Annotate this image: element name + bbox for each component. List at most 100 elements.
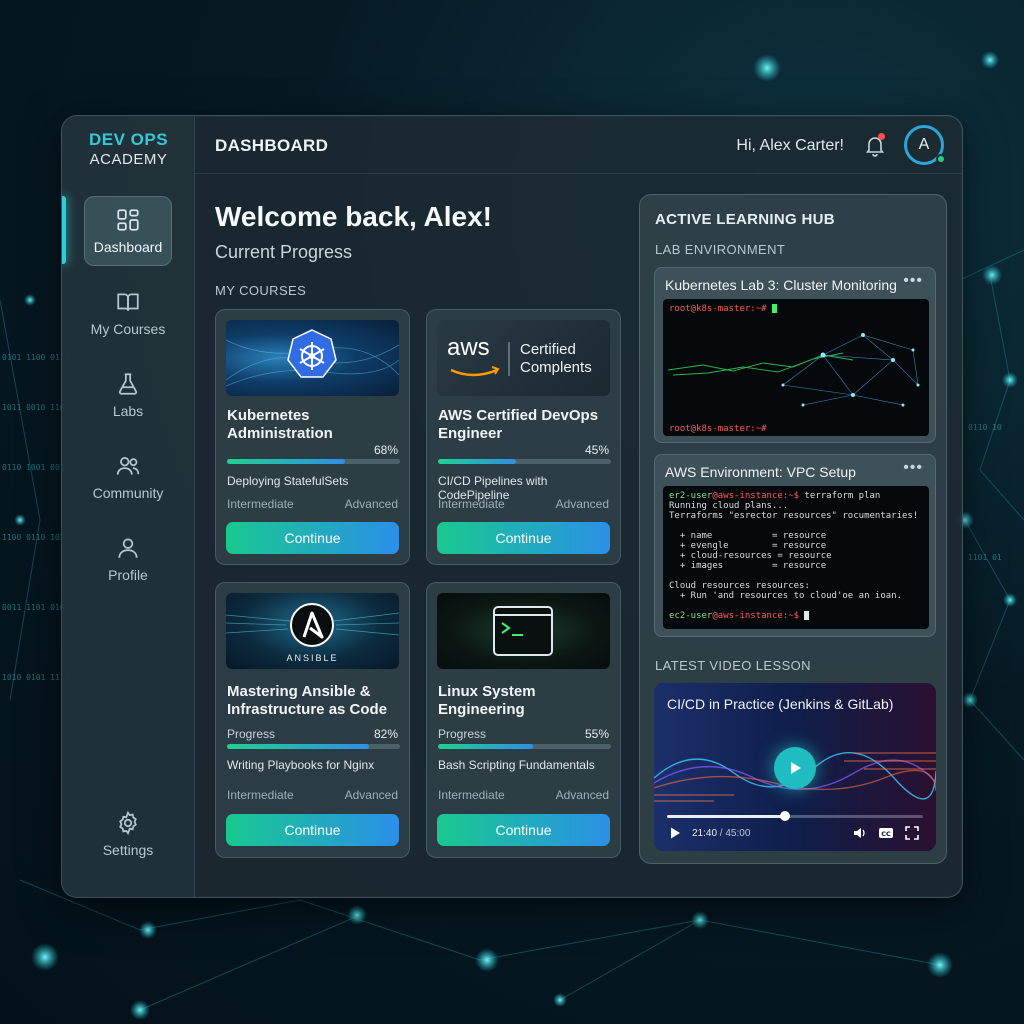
more-options-icon[interactable]: ••• xyxy=(903,459,923,477)
course-title-line-1: Linux System xyxy=(438,683,536,700)
continue-button[interactable]: Continue xyxy=(226,522,399,554)
brand-logo[interactable]: DEV OPS ACADEMY xyxy=(62,130,195,168)
sidebar: DEV OPS ACADEMY Dashboard My Courses Lab… xyxy=(62,116,195,897)
sidebar-item-community[interactable]: Community xyxy=(84,442,172,512)
terminal-prompt: root@k8s-master:~# xyxy=(669,304,777,314)
course-title-line-2: Infrastructure as Code xyxy=(227,701,388,718)
course-thumbnail: ANSIBLE xyxy=(226,593,399,669)
course-card-linux[interactable]: Linux System Engineering Progress 55% Ba… xyxy=(426,582,621,858)
latest-video-label: LATEST VIDEO LESSON xyxy=(655,658,811,673)
progress-fill xyxy=(438,459,516,464)
course-title: Linux System Engineering xyxy=(438,683,613,719)
welcome-heading: Welcome back, Alex! xyxy=(215,201,493,232)
video-seek-bar[interactable] xyxy=(667,811,923,821)
sidebar-item-label: Profile xyxy=(108,567,148,583)
terminal-window-icon xyxy=(493,606,553,656)
terminal-cursor xyxy=(804,611,810,620)
course-title: Mastering Ansible & Infrastructure as Co… xyxy=(227,683,402,719)
volume-icon[interactable] xyxy=(852,825,868,841)
thumb-caption: Certified Complents xyxy=(520,341,592,377)
video-player[interactable]: CI/CD in Practice (Jenkins & GitLab) 21:… xyxy=(654,683,936,851)
level-max: Advanced xyxy=(555,788,609,802)
sidebar-item-dashboard[interactable]: Dashboard xyxy=(84,196,172,266)
lab-card-kubernetes[interactable]: Kubernetes Lab 3: Cluster Monitoring •••… xyxy=(654,267,936,443)
terminal-command-line: er2-user@aws-instance:~$ terraform plan xyxy=(669,491,880,501)
course-thumbnail: aws Certified Complents xyxy=(437,320,610,396)
continue-button[interactable]: Continue xyxy=(437,522,610,554)
level-min: Intermediate xyxy=(438,497,505,511)
prompt-user: er2-user xyxy=(669,491,713,501)
more-options-icon[interactable]: ••• xyxy=(903,272,923,290)
thumb-caption-line-1: Certified xyxy=(520,341,576,358)
thumb-caption-line-2: Complents xyxy=(520,359,592,376)
app-window: DEV OPS ACADEMY Dashboard My Courses Lab… xyxy=(61,115,963,898)
prompt-host: @aws-instance:~$ xyxy=(712,611,800,621)
lab-title: Kubernetes Lab 3: Cluster Monitoring xyxy=(665,277,897,293)
level-max: Advanced xyxy=(344,497,398,511)
seek-knob[interactable] xyxy=(779,811,790,821)
course-title: Kubernetes Administration xyxy=(227,407,402,443)
active-nav-indicator xyxy=(62,196,66,264)
video-total-time: / 45:00 xyxy=(717,828,751,839)
video-title: CI/CD in Practice (Jenkins & GitLab) xyxy=(667,696,894,712)
terminal-command: terraform plan xyxy=(799,491,881,501)
continue-button[interactable]: Continue xyxy=(226,814,399,846)
cluster-network-graph xyxy=(667,333,920,407)
sidebar-item-label: My Courses xyxy=(90,321,166,337)
sidebar-item-labs[interactable]: Labs xyxy=(84,360,172,430)
level-min: Intermediate xyxy=(227,788,294,802)
terminal-window[interactable]: root@k8s-master:~# root@k8s-master:~# xyxy=(663,299,929,436)
progress-bar xyxy=(227,459,400,464)
online-status-dot xyxy=(936,154,946,164)
svg-text:1011 0010 1101: 1011 0010 1101 xyxy=(2,403,70,412)
play-button[interactable] xyxy=(774,747,816,789)
dashboard-grid-icon xyxy=(117,209,139,231)
terminal-window[interactable]: er2-user@aws-instance:~$ terraform plan … xyxy=(663,486,929,629)
lab-title: AWS Environment: VPC Setup xyxy=(665,464,856,480)
course-title-line-1: Mastering Ansible & xyxy=(227,683,371,700)
terminal-prompt-bottom: root@k8s-master:~# xyxy=(669,424,767,434)
current-lesson: Bash Scripting Fundamentals xyxy=(438,758,595,772)
svg-text:CC: CC xyxy=(881,830,891,838)
user-icon xyxy=(118,538,138,558)
sidebar-item-label: Settings xyxy=(102,842,154,858)
progress-percent: 82% xyxy=(373,727,398,741)
continue-button[interactable]: Continue xyxy=(437,814,610,846)
flask-icon xyxy=(118,373,138,395)
active-learning-hub: ACTIVE LEARNING HUB LAB ENVIRONMENT Kube… xyxy=(639,194,947,864)
svg-text:1100 0110 1010: 1100 0110 1010 xyxy=(2,533,70,542)
sidebar-item-my-courses[interactable]: My Courses xyxy=(84,278,172,348)
prompt-host: @aws-instance:~$ xyxy=(712,491,800,501)
terminal-output-line: + name = resource xyxy=(669,531,827,541)
play-icon xyxy=(791,762,801,774)
sidebar-item-profile[interactable]: Profile xyxy=(84,524,172,594)
sidebar-item-settings[interactable]: Settings xyxy=(84,799,172,869)
brand-line-2: ACADEMY xyxy=(89,151,168,168)
lab-card-aws[interactable]: AWS Environment: VPC Setup ••• er2-user@… xyxy=(654,454,936,637)
fullscreen-icon[interactable] xyxy=(904,825,920,841)
avatar-initial: A xyxy=(918,136,930,153)
play-small-icon[interactable] xyxy=(667,825,683,841)
closed-captions-icon[interactable]: CC xyxy=(878,825,894,841)
progress-label: Progress xyxy=(438,727,487,741)
kubernetes-helm-icon xyxy=(226,329,399,387)
course-card-kubernetes[interactable]: Kubernetes Administration 68% Deploying … xyxy=(215,309,410,565)
page-title: DASHBOARD xyxy=(215,136,329,155)
course-title-line-2: Administration xyxy=(227,425,333,442)
sidebar-item-label: Community xyxy=(92,485,164,501)
course-card-ansible[interactable]: ANSIBLE Mastering Ansible & Infrastructu… xyxy=(215,582,410,858)
svg-text:0110 1001 0011: 0110 1001 0011 xyxy=(2,463,70,472)
video-time: 21:40 / 45:00 xyxy=(692,828,750,839)
svg-text:0011 1101 0100: 0011 1101 0100 xyxy=(2,603,70,612)
course-card-aws[interactable]: aws Certified Complents AWS Certified De… xyxy=(426,309,621,565)
user-greeting: Hi, Alex Carter! xyxy=(736,137,844,154)
my-courses-label: MY COURSES xyxy=(215,283,307,298)
progress-bar xyxy=(227,744,400,749)
level-max: Advanced xyxy=(555,497,609,511)
progress-bar xyxy=(438,744,611,749)
progress-bar xyxy=(438,459,611,464)
progress-percent: 55% xyxy=(584,727,609,741)
progress-fill xyxy=(438,744,534,749)
brand-line-1: DEV OPS xyxy=(88,130,169,149)
lab-environment-label: LAB ENVIRONMENT xyxy=(655,242,786,257)
